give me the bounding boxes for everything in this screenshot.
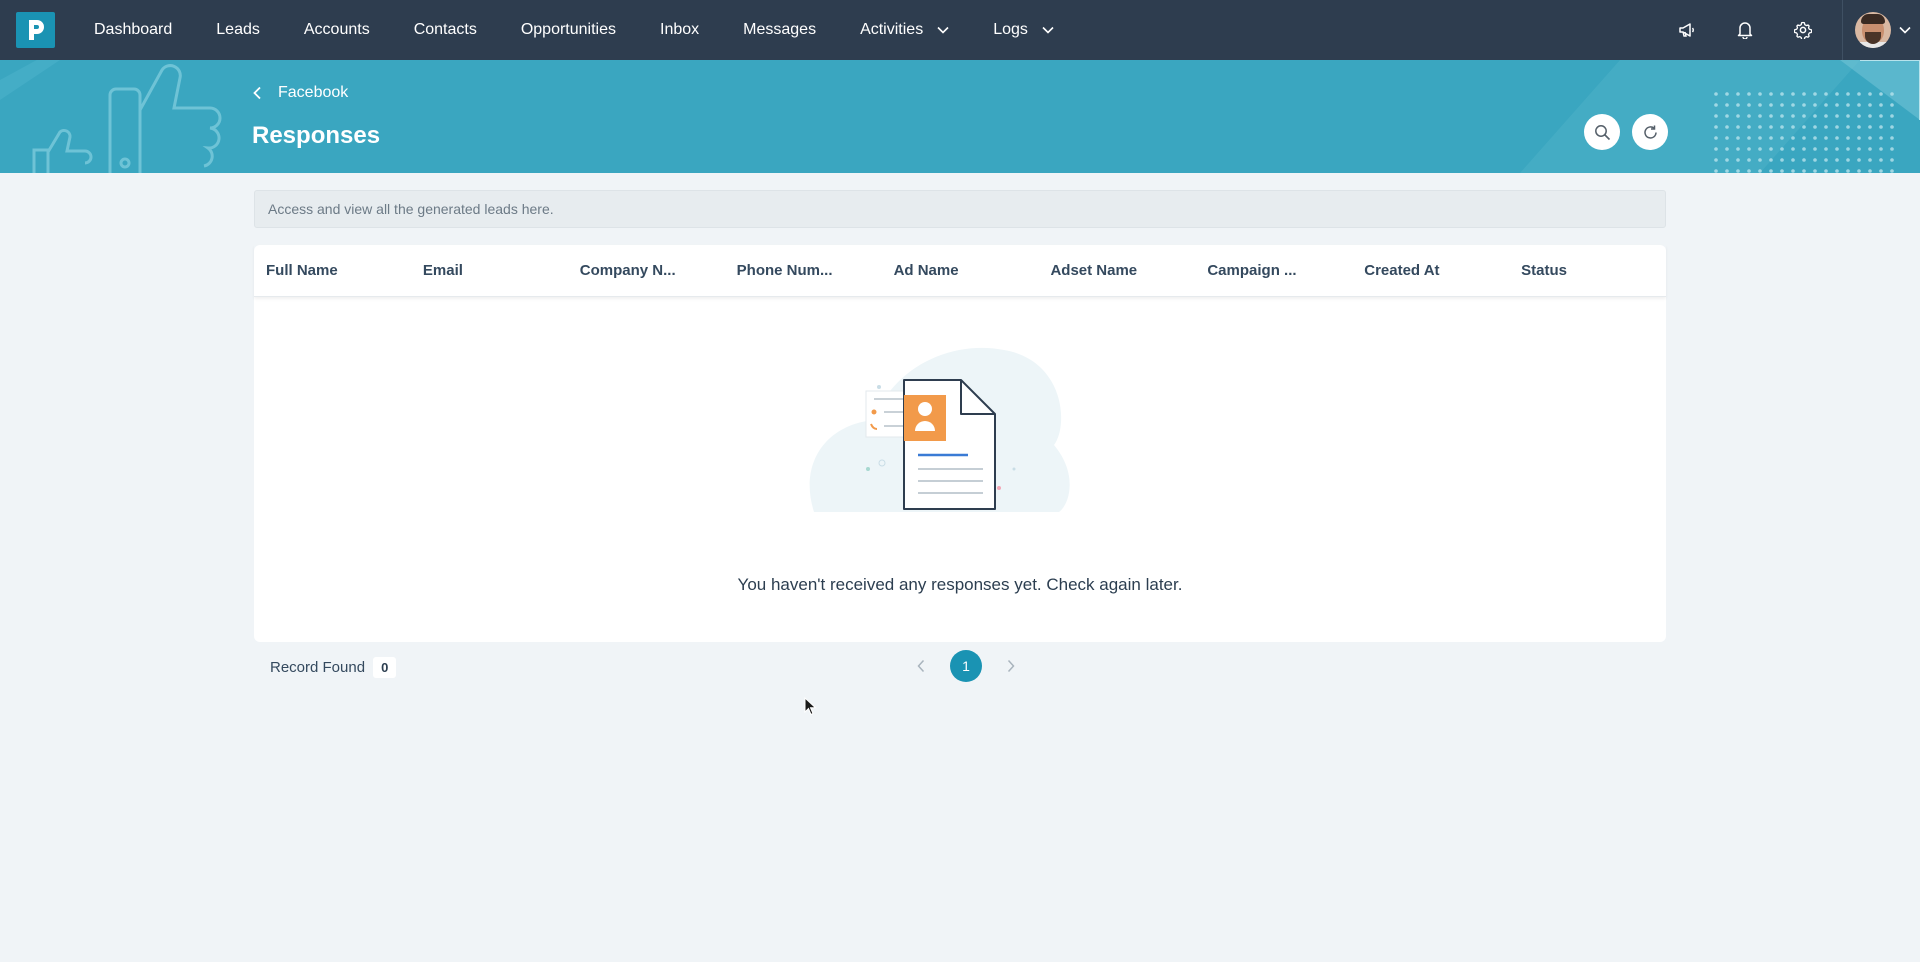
record-label: Record Found (270, 659, 366, 676)
nav-label: Contacts (413, 21, 477, 38)
column-header-full-name[interactable]: Full Name (254, 262, 411, 279)
nav-label: Inbox (660, 21, 700, 38)
page-button-current[interactable]: 1 (950, 650, 982, 682)
column-header-company-name[interactable]: Company N... (568, 262, 725, 279)
profile-menu[interactable] (1842, 0, 1920, 60)
nav-label: Dashboard (94, 21, 173, 38)
column-header-created-at[interactable]: Created At (1352, 262, 1509, 279)
record-count: Record Found 0 (270, 657, 397, 678)
pagination: 1 (908, 650, 1024, 682)
back-chevron-icon (253, 86, 261, 100)
info-text: Access and view all the generated leads … (268, 201, 554, 217)
prev-page-button[interactable] (908, 650, 934, 682)
nav-item-dashboard[interactable]: Dashboard (72, 0, 194, 60)
nav-item-leads[interactable]: Leads (194, 0, 282, 60)
column-header-phone-number[interactable]: Phone Num... (725, 262, 882, 279)
chevron-left-icon (917, 659, 925, 673)
empty-state-illustration (809, 347, 1070, 512)
nav-item-logs[interactable]: Logs (971, 0, 1076, 60)
chevron-down-icon (1042, 26, 1054, 34)
top-icons (1658, 0, 1920, 60)
nav-item-activities[interactable]: Activities (838, 0, 971, 60)
nav-item-inbox[interactable]: Inbox (638, 0, 721, 60)
nav-label: Accounts (303, 21, 370, 38)
record-count-badge: 0 (373, 657, 397, 678)
bell-icon[interactable] (1716, 0, 1774, 60)
nav-item-opportunities[interactable]: Opportunities (499, 0, 638, 60)
top-navbar: Dashboard Leads Accounts Contacts Opport… (0, 0, 1920, 60)
column-header-email[interactable]: Email (411, 262, 568, 279)
nav-label: Logs (993, 21, 1028, 38)
nav-item-accounts[interactable]: Accounts (282, 0, 392, 60)
info-banner: Access and view all the generated leads … (254, 190, 1666, 228)
empty-state-message: You haven't received any responses yet. … (737, 575, 1183, 594)
gear-icon[interactable] (1774, 0, 1832, 60)
chevron-down-icon (937, 26, 949, 34)
breadcrumb-label: Facebook (278, 84, 349, 101)
mouse-cursor-icon (804, 697, 817, 716)
column-header-adset-name[interactable]: Adset Name (1038, 262, 1195, 279)
nav-label: Messages (743, 21, 817, 38)
avatar (1855, 12, 1891, 48)
dots-decoration (1520, 60, 1920, 173)
column-header-ad-name[interactable]: Ad Name (882, 262, 1039, 279)
refresh-button[interactable] (1632, 114, 1668, 150)
nav-label: Opportunities (520, 21, 616, 38)
refresh-icon (1643, 125, 1657, 139)
search-icon (1594, 124, 1610, 140)
chevron-down-icon (1899, 26, 1911, 34)
next-page-button[interactable] (998, 650, 1024, 682)
logo-icon[interactable] (16, 12, 55, 48)
main-nav: Dashboard Leads Accounts Contacts Opport… (72, 0, 1076, 60)
nav-label: Leads (216, 21, 260, 38)
responses-table: Full Name Email Company N... Phone Num..… (254, 245, 1666, 642)
search-button[interactable] (1584, 114, 1620, 150)
nav-item-messages[interactable]: Messages (721, 0, 838, 60)
column-header-status[interactable]: Status (1509, 262, 1666, 279)
breadcrumb-back[interactable]: Facebook (252, 84, 348, 102)
page-title: Responses (252, 122, 381, 149)
megaphone-icon[interactable] (1658, 0, 1716, 60)
column-header-campaign[interactable]: Campaign ... (1195, 262, 1352, 279)
nav-item-contacts[interactable]: Contacts (392, 0, 499, 60)
table-header: Full Name Email Company N... Phone Num..… (254, 245, 1666, 297)
thumbs-up-decoration (0, 60, 222, 173)
chevron-right-icon (1007, 659, 1015, 673)
page-header-banner: Facebook Responses (0, 60, 1920, 173)
nav-label: Activities (860, 21, 924, 38)
